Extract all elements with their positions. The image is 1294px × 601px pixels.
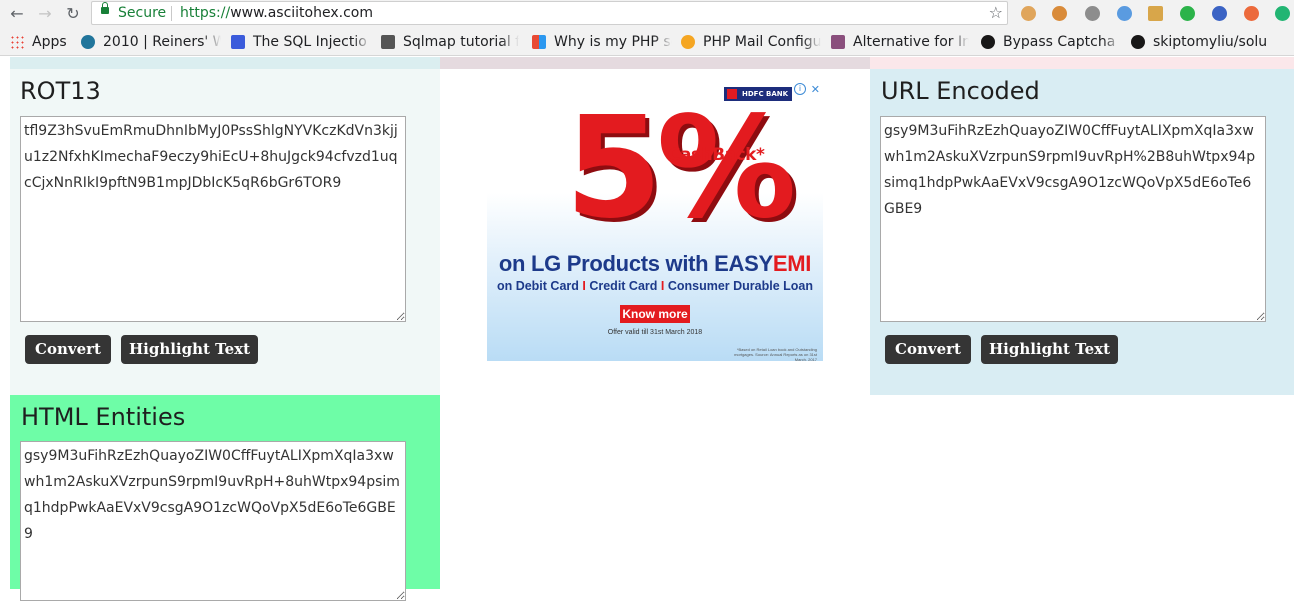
rot13-textarea[interactable]: tfl9Z3hSvuEmRmuDhnIbMyJ0PssShlgNYVKczKdV… (20, 116, 406, 322)
wave-extension-icon[interactable] (1212, 6, 1227, 21)
stackexchange-icon (532, 35, 546, 49)
ad-headline: on LG Products with EASYEMI (487, 251, 823, 277)
bookmark-skiptomyliu[interactable]: skiptomyliu/solu (1131, 33, 1294, 51)
html-entities-textarea[interactable]: gsy9M3uFihRzEzhQuayoZIW0CffFuytALIXpmXqI… (20, 441, 406, 601)
url-convert-button[interactable]: Convert (885, 335, 971, 364)
url-highlight-button[interactable]: Highlight Text (981, 335, 1118, 364)
bookmark-alternative[interactable]: Alternative for In (831, 33, 969, 51)
rot13-highlight-button[interactable]: Highlight Text (121, 335, 258, 364)
secure-label: Secure (118, 5, 167, 21)
browser-toolbar: ← → ↻ Secure https://www.asciitohex.com … (0, 0, 1294, 28)
forward-arrow-icon[interactable]: → (35, 4, 55, 24)
url-encoded-title: URL Encoded (881, 77, 1040, 105)
search-q-icon (681, 35, 695, 49)
orange-x-extension-icon[interactable] (1244, 6, 1259, 21)
url-host: www.asciitohex.com (230, 5, 373, 21)
ad-headline-part: on LG Products with (498, 251, 715, 276)
reload-icon[interactable]: ↻ (63, 4, 83, 24)
bookmark-bypass-captcha[interactable]: Bypass Captcha u (981, 33, 1121, 51)
url-encoded-panel: URL Encoded gsy9M3uFihRzEzhQuayoZIW0CffF… (870, 69, 1294, 395)
green-hand-extension-icon[interactable] (1180, 6, 1195, 21)
bt-icon (381, 35, 395, 49)
ad-close-icon[interactable]: ✕ (811, 83, 820, 96)
ad-cashback: CashBack* (668, 145, 765, 165)
cookie-editor-extension-icon[interactable] (1052, 6, 1067, 21)
bookmark-label: Apps (32, 34, 67, 50)
bookmark-apps[interactable]: Apps (10, 33, 72, 51)
bookmark-label: skiptomyliu/solu (1153, 34, 1268, 50)
rot13-panel: ROT13 tfl9Z3hSvuEmRmuDhnIbMyJ0PssShlgNYV… (10, 69, 440, 395)
ad-subline: on Debit Card I Credit Card I Consumer D… (487, 279, 823, 293)
tumblr-icon (831, 35, 845, 49)
lock-icon (101, 2, 109, 14)
swirl-extension-icon[interactable] (1085, 6, 1100, 21)
url-encoded-textarea[interactable]: gsy9M3uFihRzEzhQuayoZIW0CffFuytALIXpmXqI… (880, 116, 1266, 322)
ad-subline-part: Consumer Durable Loan (667, 279, 814, 293)
sql-icon (231, 35, 245, 49)
github-icon (981, 35, 995, 49)
github-icon (1131, 35, 1145, 49)
bookmarks-bar: Apps 2010 | Reiners' W The SQL Injectio … (0, 28, 1294, 56)
section-strip (870, 57, 1294, 69)
rot13-convert-button[interactable]: Convert (25, 335, 111, 364)
face-extension-icon[interactable] (1148, 6, 1163, 21)
ad-subline-part: Credit Card (589, 279, 661, 293)
address-bar[interactable]: Secure https://www.asciitohex.com ☆ (91, 1, 1008, 25)
back-arrow-icon[interactable]: ← (7, 4, 27, 24)
bookmark-label: The SQL Injectio (253, 34, 367, 50)
bookmark-reiners[interactable]: 2010 | Reiners' W (81, 33, 221, 51)
snowflake-extension-icon[interactable] (1117, 6, 1132, 21)
apps-grid-icon (10, 35, 24, 49)
hdfc-advertisement[interactable]: HDFC BANK i ✕ 5% CashBack* on LG Product… (487, 81, 823, 361)
ad-headline-emi: EMI (772, 251, 812, 276)
ad-subline-part: on Debit Card (496, 279, 583, 293)
ad-fine-print: *Based on Retail Loan book and Outstandi… (734, 347, 817, 361)
cookie-extension-icon[interactable] (1021, 6, 1036, 21)
ad-know-more-button[interactable]: Know more (620, 305, 690, 323)
section-strip (440, 57, 870, 69)
bookmark-sql-injection[interactable]: The SQL Injectio (231, 33, 371, 51)
ad-headline-easy: EASY (714, 251, 773, 276)
html-entities-title: HTML Entities (21, 403, 186, 431)
omnibox-divider (171, 6, 172, 21)
bookmark-sqlmap[interactable]: Sqlmap tutorial f (381, 33, 519, 51)
ad-separator: I (660, 279, 665, 293)
wordpress-icon (81, 35, 95, 49)
url-scheme: https:// (180, 5, 231, 21)
ad-big-percent: 5% (565, 87, 797, 250)
bookmark-php-config[interactable]: PHP Mail Configu (681, 33, 821, 51)
bookmark-php-mail[interactable]: Why is my PHP sc (532, 33, 672, 51)
bookmark-star-icon[interactable]: ☆ (989, 3, 1003, 22)
ad-info-icon[interactable]: i (794, 83, 806, 95)
ad-separator: I (582, 279, 586, 293)
section-strip (10, 57, 440, 69)
url-text[interactable]: https://www.asciitohex.com (180, 5, 373, 21)
rot13-title: ROT13 (20, 77, 101, 105)
ad-offer-validity: Offer valid till 31st March 2018 (607, 329, 703, 336)
html-entities-panel: HTML Entities gsy9M3uFihRzEzhQuayoZIW0Cf… (10, 395, 440, 601)
grammarly-extension-icon[interactable] (1275, 6, 1290, 21)
